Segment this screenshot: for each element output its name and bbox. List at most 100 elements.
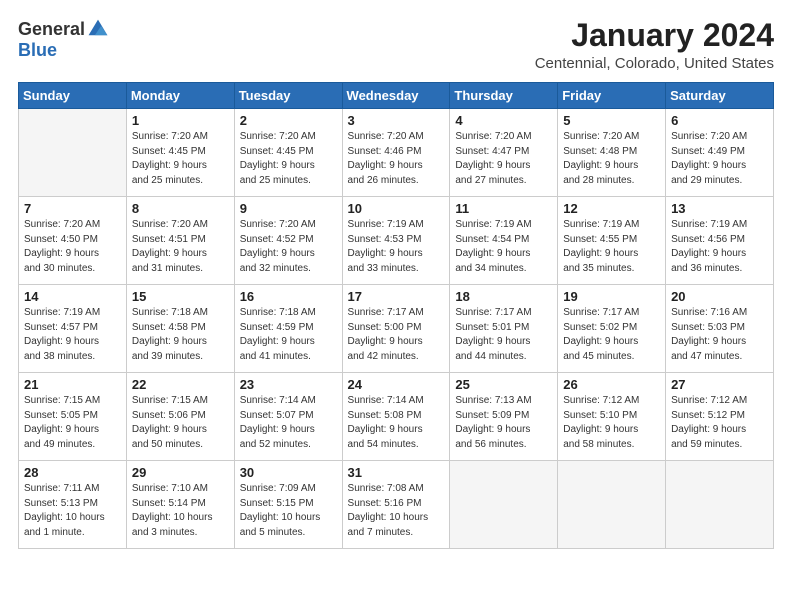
calendar-cell: 20 Sunrise: 7:16 AM Sunset: 5:03 PM Dayli…	[666, 285, 774, 373]
day-number: 16	[240, 289, 337, 304]
day-info: Sunrise: 7:17 AM Sunset: 5:00 PM Dayligh…	[348, 306, 445, 364]
calendar-cell: 7 Sunrise: 7:20 AM Sunset: 4:50 PM Daylig…	[19, 197, 127, 285]
day-info: Sunrise: 7:14 AM Sunset: 5:08 PM Dayligh…	[348, 394, 445, 452]
calendar-week-2: 7 Sunrise: 7:20 AM Sunset: 4:50 PM Daylig…	[19, 197, 774, 285]
calendar-cell: 21 Sunrise: 7:15 AM Sunset: 5:05 PM Dayli…	[19, 373, 127, 461]
day-info: Sunrise: 7:17 AM Sunset: 5:01 PM Dayligh…	[455, 306, 552, 364]
calendar-cell: 13 Sunrise: 7:19 AM Sunset: 4:56 PM Dayli…	[666, 197, 774, 285]
day-info: Sunrise: 7:19 AM Sunset: 4:54 PM Dayligh…	[455, 218, 552, 276]
day-number: 22	[132, 377, 229, 392]
location: Centennial, Colorado, United States	[535, 55, 774, 72]
logo: General Blue	[18, 18, 109, 61]
day-number: 1	[132, 113, 229, 128]
title-block: January 2024 Centennial, Colorado, Unite…	[535, 18, 774, 72]
day-number: 12	[563, 201, 660, 216]
day-info: Sunrise: 7:14 AM Sunset: 5:07 PM Dayligh…	[240, 394, 337, 452]
day-info: Sunrise: 7:12 AM Sunset: 5:10 PM Dayligh…	[563, 394, 660, 452]
col-saturday: Saturday	[666, 83, 774, 109]
day-info: Sunrise: 7:13 AM Sunset: 5:09 PM Dayligh…	[455, 394, 552, 452]
day-info: Sunrise: 7:19 AM Sunset: 4:55 PM Dayligh…	[563, 218, 660, 276]
day-info: Sunrise: 7:08 AM Sunset: 5:16 PM Dayligh…	[348, 482, 445, 540]
calendar-cell: 4 Sunrise: 7:20 AM Sunset: 4:47 PM Daylig…	[450, 109, 558, 197]
day-number: 3	[348, 113, 445, 128]
logo-icon	[87, 18, 109, 40]
calendar-body: 1 Sunrise: 7:20 AM Sunset: 4:45 PM Daylig…	[19, 109, 774, 549]
calendar-week-5: 28 Sunrise: 7:11 AM Sunset: 5:13 PM Dayli…	[19, 461, 774, 549]
col-friday: Friday	[558, 83, 666, 109]
day-number: 13	[671, 201, 768, 216]
day-number: 30	[240, 465, 337, 480]
day-info: Sunrise: 7:20 AM Sunset: 4:47 PM Dayligh…	[455, 130, 552, 188]
calendar-cell	[666, 461, 774, 549]
day-info: Sunrise: 7:17 AM Sunset: 5:02 PM Dayligh…	[563, 306, 660, 364]
logo-general-text: General	[18, 19, 85, 40]
calendar-cell: 11Sunrise: 7:19 AM Sunset: 4:54 PM Dayli…	[450, 197, 558, 285]
day-info: Sunrise: 7:09 AM Sunset: 5:15 PM Dayligh…	[240, 482, 337, 540]
day-number: 28	[24, 465, 121, 480]
day-info: Sunrise: 7:20 AM Sunset: 4:49 PM Dayligh…	[671, 130, 768, 188]
day-number: 20	[671, 289, 768, 304]
day-number: 9	[240, 201, 337, 216]
day-number: 7	[24, 201, 121, 216]
calendar-cell: 8 Sunrise: 7:20 AM Sunset: 4:51 PM Daylig…	[126, 197, 234, 285]
day-number: 31	[348, 465, 445, 480]
day-info: Sunrise: 7:18 AM Sunset: 4:59 PM Dayligh…	[240, 306, 337, 364]
col-tuesday: Tuesday	[234, 83, 342, 109]
day-number: 6	[671, 113, 768, 128]
calendar-cell: 9Sunrise: 7:20 AM Sunset: 4:52 PM Daylig…	[234, 197, 342, 285]
day-info: Sunrise: 7:19 AM Sunset: 4:56 PM Dayligh…	[671, 218, 768, 276]
col-monday: Monday	[126, 83, 234, 109]
day-number: 26	[563, 377, 660, 392]
page: General Blue January 2024 Centennial, Co…	[0, 0, 792, 612]
day-info: Sunrise: 7:15 AM Sunset: 5:06 PM Dayligh…	[132, 394, 229, 452]
day-number: 8	[132, 201, 229, 216]
calendar-cell: 28 Sunrise: 7:11 AM Sunset: 5:13 PM Dayli…	[19, 461, 127, 549]
day-number: 21	[24, 377, 121, 392]
calendar-week-1: 1 Sunrise: 7:20 AM Sunset: 4:45 PM Daylig…	[19, 109, 774, 197]
day-number: 14	[24, 289, 121, 304]
calendar-cell: 27Sunrise: 7:12 AM Sunset: 5:12 PM Dayli…	[666, 373, 774, 461]
calendar: Sunday Monday Tuesday Wednesday Thursday…	[18, 82, 774, 549]
col-sunday: Sunday	[19, 83, 127, 109]
day-number: 18	[455, 289, 552, 304]
month-title: January 2024	[535, 18, 774, 53]
day-info: Sunrise: 7:15 AM Sunset: 5:05 PM Dayligh…	[24, 394, 121, 452]
day-number: 15	[132, 289, 229, 304]
calendar-cell: 17 Sunrise: 7:17 AM Sunset: 5:00 PM Dayli…	[342, 285, 450, 373]
day-info: Sunrise: 7:20 AM Sunset: 4:48 PM Dayligh…	[563, 130, 660, 188]
day-number: 4	[455, 113, 552, 128]
day-info: Sunrise: 7:20 AM Sunset: 4:51 PM Dayligh…	[132, 218, 229, 276]
day-info: Sunrise: 7:20 AM Sunset: 4:50 PM Dayligh…	[24, 218, 121, 276]
day-info: Sunrise: 7:20 AM Sunset: 4:45 PM Dayligh…	[132, 130, 229, 188]
day-info: Sunrise: 7:16 AM Sunset: 5:03 PM Dayligh…	[671, 306, 768, 364]
calendar-cell: 16 Sunrise: 7:18 AM Sunset: 4:59 PM Dayli…	[234, 285, 342, 373]
calendar-cell: 23Sunrise: 7:14 AM Sunset: 5:07 PM Dayli…	[234, 373, 342, 461]
logo-blue-text: Blue	[18, 40, 57, 60]
calendar-cell: 10 Sunrise: 7:19 AM Sunset: 4:53 PM Dayli…	[342, 197, 450, 285]
calendar-cell	[19, 109, 127, 197]
calendar-cell	[450, 461, 558, 549]
day-number: 17	[348, 289, 445, 304]
day-number: 24	[348, 377, 445, 392]
calendar-cell	[558, 461, 666, 549]
calendar-cell: 3Sunrise: 7:20 AM Sunset: 4:46 PM Daylig…	[342, 109, 450, 197]
calendar-cell: 18 Sunrise: 7:17 AM Sunset: 5:01 PM Dayli…	[450, 285, 558, 373]
day-number: 29	[132, 465, 229, 480]
calendar-cell: 22 Sunrise: 7:15 AM Sunset: 5:06 PM Dayli…	[126, 373, 234, 461]
day-info: Sunrise: 7:19 AM Sunset: 4:53 PM Dayligh…	[348, 218, 445, 276]
day-number: 27	[671, 377, 768, 392]
calendar-cell: 15 Sunrise: 7:18 AM Sunset: 4:58 PM Dayli…	[126, 285, 234, 373]
day-info: Sunrise: 7:11 AM Sunset: 5:13 PM Dayligh…	[24, 482, 121, 540]
calendar-cell: 25 Sunrise: 7:13 AM Sunset: 5:09 PM Dayli…	[450, 373, 558, 461]
day-number: 19	[563, 289, 660, 304]
calendar-week-3: 14Sunrise: 7:19 AM Sunset: 4:57 PM Dayli…	[19, 285, 774, 373]
day-info: Sunrise: 7:18 AM Sunset: 4:58 PM Dayligh…	[132, 306, 229, 364]
header: General Blue January 2024 Centennial, Co…	[18, 18, 774, 72]
calendar-header-row: Sunday Monday Tuesday Wednesday Thursday…	[19, 83, 774, 109]
calendar-cell: 5Sunrise: 7:20 AM Sunset: 4:48 PM Daylig…	[558, 109, 666, 197]
day-number: 10	[348, 201, 445, 216]
day-info: Sunrise: 7:10 AM Sunset: 5:14 PM Dayligh…	[132, 482, 229, 540]
calendar-cell: 26 Sunrise: 7:12 AM Sunset: 5:10 PM Dayli…	[558, 373, 666, 461]
col-thursday: Thursday	[450, 83, 558, 109]
day-number: 25	[455, 377, 552, 392]
